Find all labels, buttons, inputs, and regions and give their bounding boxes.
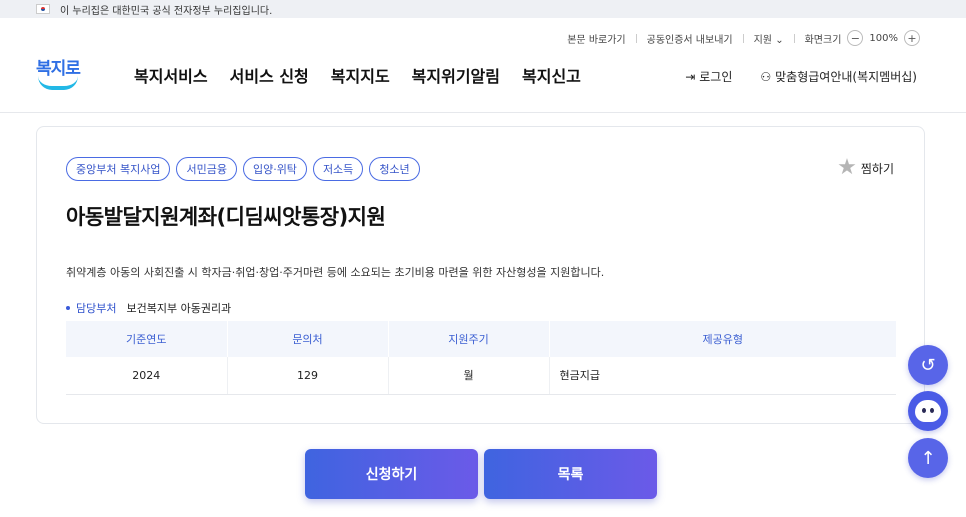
support-dropdown[interactable]: 지원 ⌄ xyxy=(754,31,784,46)
bullet-icon xyxy=(66,306,70,310)
divider xyxy=(742,33,744,43)
screen-size-label: 화면크기 xyxy=(804,34,842,46)
skip-to-content-link[interactable]: 본문 바로가기 xyxy=(567,31,625,46)
department-value: 보건복지부 아동권리과 xyxy=(126,302,232,315)
col-header-year: 기준연도 xyxy=(66,321,228,357)
nav-welfare-report[interactable]: 복지신고 xyxy=(522,63,581,87)
service-detail-card: 중앙부처 복지사업 서민금융 입양·위탁 저소득 청소년 ★ 찜하기 아동발달지… xyxy=(36,126,925,424)
history-icon: ↺ xyxy=(920,354,936,376)
department-label: 담당부처 xyxy=(76,302,117,315)
user-menu: ⇥ 로그인 ⚇ 맞춤형급여안내(복지멤버십) xyxy=(685,68,917,85)
chevron-down-icon: ⌄ xyxy=(775,34,784,46)
cell-year: 2024 xyxy=(66,357,228,395)
arrow-up-icon: ↑ xyxy=(920,447,936,469)
logo-smile-icon xyxy=(38,76,78,90)
cell-cycle: 월 xyxy=(388,357,550,395)
service-description: 취약계층 아동의 사회진출 시 학자금·취업·창업·주거마련 등에 소요되는 초… xyxy=(66,266,605,279)
korea-flag-icon xyxy=(36,4,50,14)
department-info: 담당부처 보건복지부 아동권리과 xyxy=(66,300,231,316)
favorite-button[interactable]: ★ 찜하기 xyxy=(837,157,894,179)
login-link[interactable]: ⇥ 로그인 xyxy=(685,68,732,85)
user-add-icon: ⚇ xyxy=(760,69,772,84)
tag-adoption[interactable]: 입양·위탁 xyxy=(242,157,307,181)
nav-welfare-services[interactable]: 복지서비스 xyxy=(134,63,208,87)
apply-button[interactable]: 신청하기 xyxy=(305,449,478,499)
certificate-export-link[interactable]: 공동인증서 내보내기 xyxy=(647,31,733,46)
login-label: 로그인 xyxy=(699,70,733,84)
gov-banner-text: 이 누리집은 대한민국 공식 전자정부 누리집입니다. xyxy=(60,5,273,17)
nav-welfare-map[interactable]: 복지지도 xyxy=(331,63,390,87)
category-tags: 중앙부처 복지사업 서민금융 입양·위탁 저소득 청소년 xyxy=(66,157,420,181)
chatbot-icon xyxy=(915,400,941,422)
zoom-in-button[interactable]: + xyxy=(904,30,920,46)
main-nav: 복지서비스 서비스 신청 복지지도 복지위기알림 복지신고 xyxy=(134,63,581,87)
chatbot-button[interactable] xyxy=(908,391,948,431)
tag-central-ministry[interactable]: 중앙부처 복지사업 xyxy=(66,157,171,181)
membership-label: 맞춤형급여안내(복지멤버십) xyxy=(775,70,917,84)
gov-banner: 이 누리집은 대한민국 공식 전자정부 누리집입니다. xyxy=(0,0,966,18)
membership-link[interactable]: ⚇ 맞춤형급여안내(복지멤버십) xyxy=(760,68,917,85)
nav-crisis-alert[interactable]: 복지위기알림 xyxy=(412,63,500,87)
recent-history-button[interactable]: ↺ xyxy=(908,345,948,385)
col-header-cycle: 지원주기 xyxy=(388,321,550,357)
header-divider xyxy=(0,112,966,113)
favorite-label: 찜하기 xyxy=(860,161,894,176)
service-info-table: 기준연도 문의처 지원주기 제공유형 2024 129 월 현금지급 xyxy=(66,321,896,395)
cell-contact: 129 xyxy=(227,357,389,395)
tag-finance[interactable]: 서민금융 xyxy=(176,157,237,181)
utility-bar: 본문 바로가기 공동인증서 내보내기 지원 ⌄ 화면크기 − 100% + xyxy=(567,30,926,46)
cell-type: 현금지급 xyxy=(549,357,896,395)
support-label: 지원 xyxy=(753,34,773,46)
table-row: 2024 129 월 현금지급 xyxy=(66,357,896,395)
tag-youth[interactable]: 청소년 xyxy=(369,157,420,181)
login-icon: ⇥ xyxy=(685,69,696,84)
zoom-level: 100% xyxy=(869,32,898,44)
tag-low-income[interactable]: 저소득 xyxy=(312,157,364,181)
zoom-out-button[interactable]: − xyxy=(847,30,864,46)
col-header-type: 제공유형 xyxy=(549,321,896,357)
site-logo[interactable]: 복지로 xyxy=(36,54,82,94)
list-button[interactable]: 목록 xyxy=(484,449,657,499)
table-header-row: 기준연도 문의처 지원주기 제공유형 xyxy=(66,321,896,357)
star-icon: ★ xyxy=(837,155,857,180)
divider xyxy=(793,33,795,43)
scroll-top-button[interactable]: ↑ xyxy=(908,438,948,478)
col-header-contact: 문의처 xyxy=(227,321,389,357)
nav-service-application[interactable]: 서비스 신청 xyxy=(230,63,309,87)
divider xyxy=(635,33,637,43)
page-title: 아동발달지원계좌(디딤씨앗통장)지원 xyxy=(66,205,386,229)
